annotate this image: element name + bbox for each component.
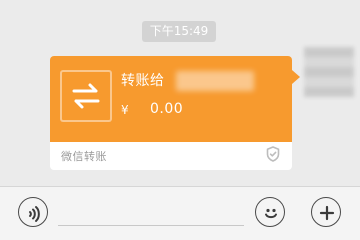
- voice-icon: [29, 206, 40, 222]
- message-timestamp: 下午15:49: [142, 21, 216, 42]
- input-bar: [0, 186, 360, 240]
- transfer-title: 转账给: [121, 73, 165, 89]
- message-input-field[interactable]: [58, 225, 244, 226]
- chat-area: 下午15:49 转账给 ¥ 0.00 微信转账: [0, 0, 360, 186]
- emoji-button[interactable]: [255, 197, 285, 227]
- plus-button[interactable]: [311, 197, 341, 227]
- plus-icon: [319, 205, 335, 221]
- currency-symbol: ¥: [121, 103, 129, 117]
- transfer-card-header: 转账给 ¥ 0.00: [50, 56, 292, 142]
- voice-button[interactable]: [18, 197, 48, 227]
- emoji-icon: [265, 208, 277, 219]
- transfer-message-bubble[interactable]: 转账给 ¥ 0.00 微信转账: [50, 56, 292, 170]
- sender-avatar[interactable]: [304, 47, 354, 97]
- transfer-amount: 0.00: [150, 101, 184, 117]
- transfer-footer-label: 微信转账: [61, 150, 107, 163]
- transfer-arrows-icon: [60, 70, 112, 122]
- recipient-name-obscured: [176, 71, 254, 91]
- bubble-tail: [292, 70, 300, 84]
- shield-icon: [266, 146, 280, 162]
